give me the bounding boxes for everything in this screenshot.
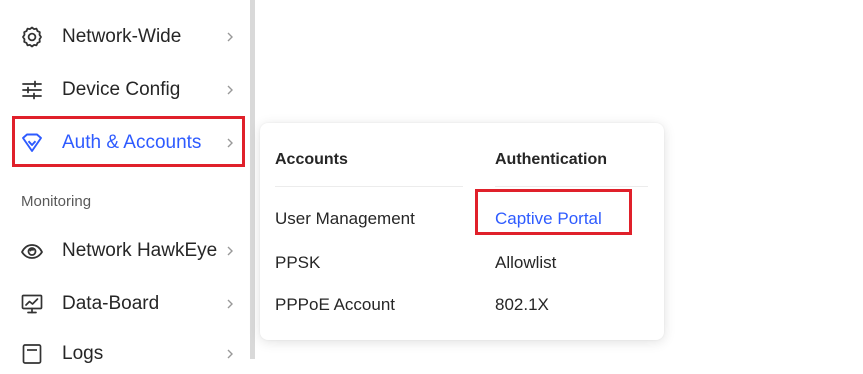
dashboard-monitor-icon [20, 292, 44, 316]
sidebar-item-label: Logs [62, 343, 104, 364]
section-label-monitoring: Monitoring [21, 193, 92, 210]
auth-accounts-flyout-menu: Accounts Authentication User Management … [260, 123, 664, 340]
highlight-box [475, 189, 632, 235]
highlight-box [12, 116, 245, 167]
authentication-column-heading: Authentication [495, 151, 607, 168]
sidebar-item-device-config[interactable]: Device Config [0, 70, 250, 110]
menu-item-allowlist[interactable]: Allowlist [495, 253, 556, 273]
menu-item-802-1x[interactable]: 802.1X [495, 295, 549, 315]
sidebar-item-label: Data-Board [62, 293, 160, 314]
sidebar-item-network-hawkeye[interactable]: Network HawkEye [0, 231, 250, 271]
accounts-column-heading: Accounts [275, 151, 348, 168]
menu-item-user-management[interactable]: User Management [275, 209, 415, 229]
chevron-right-icon [227, 299, 233, 309]
chevron-right-icon [227, 85, 233, 95]
sidebar: Network-Wide Device Config Auth & Accoun… [0, 0, 250, 364]
sidebar-item-logs[interactable]: Logs [0, 334, 250, 374]
divider [275, 186, 463, 187]
sidebar-item-label: Device Config [62, 79, 181, 100]
menu-item-ppsk[interactable]: PPSK [275, 253, 320, 273]
chevron-right-icon [227, 246, 233, 256]
sidebar-divider [250, 0, 255, 359]
log-icon [20, 342, 44, 366]
menu-item-pppoe-account[interactable]: PPPoE Account [275, 295, 395, 315]
sidebar-item-data-board[interactable]: Data-Board [0, 284, 250, 324]
sidebar-item-network-wide[interactable]: Network-Wide [0, 17, 250, 57]
chevron-right-icon [227, 32, 233, 42]
eye-icon [20, 239, 44, 263]
sidebar-item-label: Network-Wide [62, 26, 182, 47]
sidebar-item-label: Network HawkEye [62, 240, 218, 261]
chevron-right-icon [227, 349, 233, 359]
gear-icon [20, 25, 44, 49]
divider [495, 186, 648, 187]
sliders-icon [20, 78, 44, 102]
